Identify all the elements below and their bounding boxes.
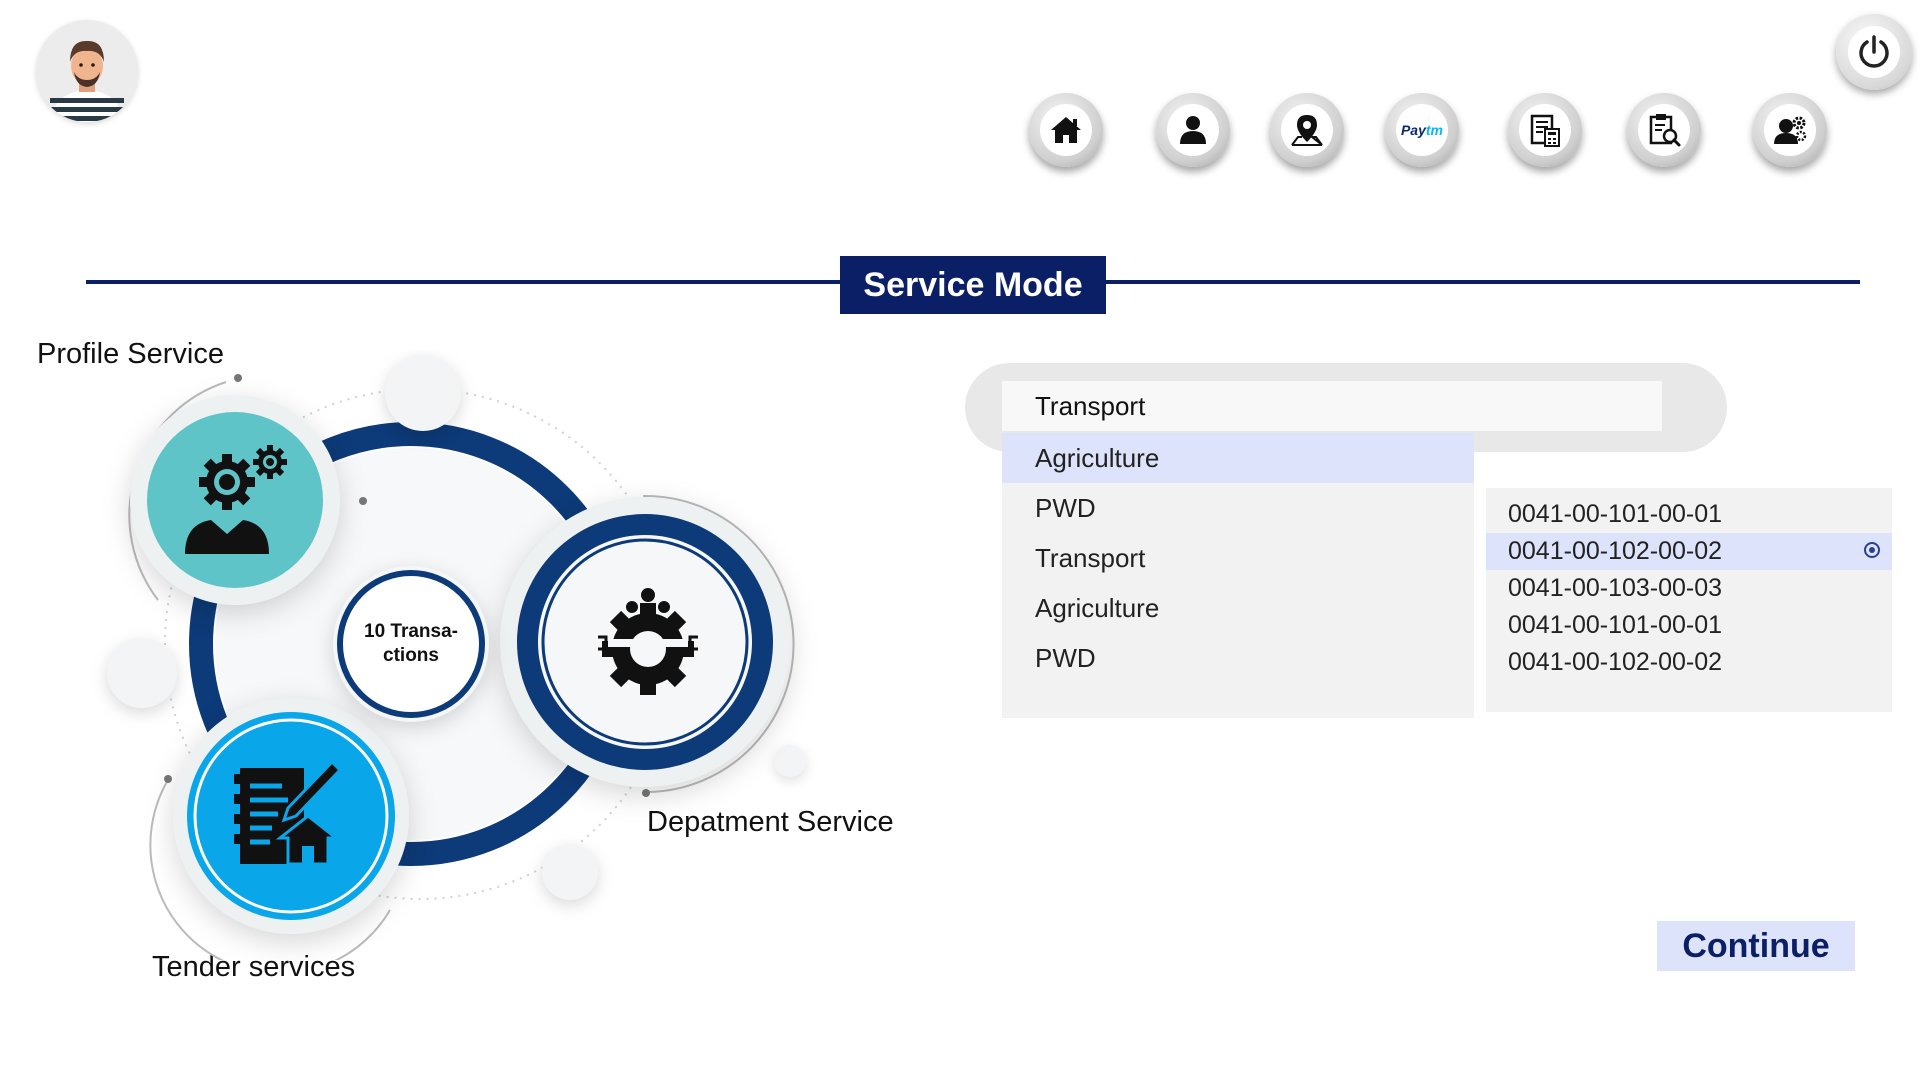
account-head-code: 0041-00-103-00-03 — [1508, 574, 1723, 602]
user-icon — [1180, 116, 1206, 144]
account-head-code: 0041-00-102-00-02 — [1508, 537, 1723, 565]
account-head-option[interactable]: 0041-00-101-00-01 — [1486, 496, 1892, 533]
nav-profile-button[interactable] — [1156, 93, 1230, 167]
department-option[interactable]: Agriculture — [1002, 583, 1474, 633]
department-select[interactable]: Transport — [1002, 381, 1662, 431]
account-head-option[interactable]: 0041-00-102-00-02 — [1486, 644, 1892, 681]
department-option[interactable]: Agriculture — [1002, 433, 1474, 483]
department-option[interactable]: PWD — [1002, 483, 1474, 533]
user-avatar-icon — [36, 20, 138, 122]
paytm-icon: Paytm — [1400, 122, 1444, 138]
nav-location-button[interactable] — [1270, 93, 1344, 167]
home-icon — [1051, 117, 1081, 143]
tender-document-icon[interactable] — [234, 760, 344, 870]
account-head-option[interactable]: 0041-00-103-00-03 — [1486, 570, 1892, 607]
power-icon — [1859, 35, 1889, 68]
account-head-option[interactable]: 0041-00-102-00-02 — [1486, 533, 1892, 570]
map-location-icon — [1291, 115, 1323, 146]
account-head-code: 0041-00-101-00-01 — [1508, 611, 1723, 639]
department-option[interactable]: Transport — [1002, 533, 1474, 583]
transactions-count-line-1: 10 Transa- — [364, 621, 458, 642]
selected-radio-icon[interactable] — [1864, 542, 1880, 558]
department-option[interactable]: PWD — [1002, 633, 1474, 683]
continue-button[interactable]: Continue — [1657, 921, 1855, 971]
account-head-code: 0041-00-102-00-02 — [1508, 648, 1723, 676]
transactions-count-line-2: ctions — [383, 645, 439, 666]
profile-settings-icon[interactable] — [177, 442, 293, 558]
department-options-list: Agriculture PWD Transport Agriculture PW… — [1002, 433, 1474, 718]
nav-paytm-button[interactable]: Paytm — [1385, 93, 1459, 167]
account-head-code: 0041-00-101-00-01 — [1508, 500, 1723, 528]
transactions-count: 10 Transa- ctions — [340, 620, 482, 668]
account-head-list: 0041-00-101-00-01 0041-00-102-00-02 0041… — [1486, 488, 1892, 712]
nav-home-button[interactable] — [1029, 93, 1103, 167]
department-gear-icon[interactable] — [590, 585, 706, 701]
user-avatar[interactable] — [36, 20, 138, 122]
document-calculator-icon — [1530, 114, 1560, 147]
power-button[interactable] — [1836, 14, 1912, 90]
nav-search-records-button[interactable] — [1627, 93, 1701, 167]
section-title: Service Mode — [840, 256, 1106, 314]
nav-user-settings-button[interactable] — [1753, 93, 1827, 167]
clipboard-search-icon — [1649, 114, 1681, 147]
nav-documents-button[interactable] — [1508, 93, 1582, 167]
account-head-option[interactable]: 0041-00-101-00-01 — [1486, 607, 1892, 644]
user-settings-icon — [1774, 116, 1807, 144]
